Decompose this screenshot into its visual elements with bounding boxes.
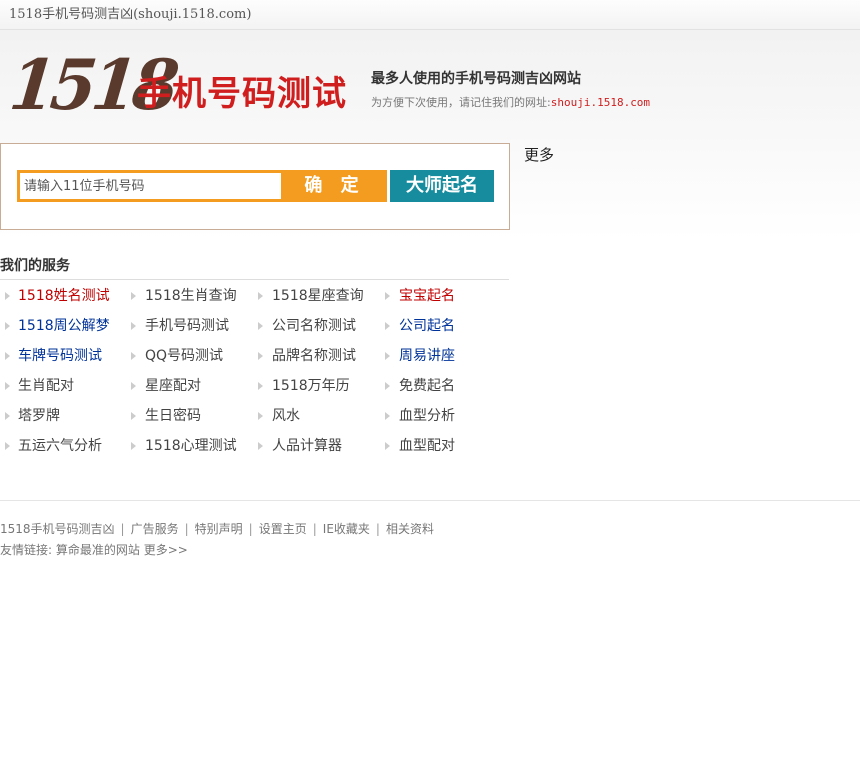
- service-link[interactable]: 风水: [254, 401, 300, 431]
- service-link[interactable]: 人品计算器: [254, 431, 342, 461]
- service-link[interactable]: 免费起名: [381, 371, 455, 401]
- service-link[interactable]: 1518周公解梦: [0, 311, 110, 341]
- window-title-bar: 1518手机号码测吉凶(shouji.1518.com): [0, 0, 860, 30]
- footer-separator: |: [248, 522, 253, 536]
- footer-links: 1518手机号码测吉凶 | 广告服务 | 特别声明 | 设置主页 | IE收藏夹 | 相关资料: [0, 519, 434, 540]
- confirm-button[interactable]: 确 定: [282, 170, 387, 202]
- friend-links-label: 友情链接:: [0, 543, 53, 557]
- footer-separator: |: [375, 522, 380, 536]
- service-link[interactable]: 品牌名称测试: [254, 341, 356, 371]
- service-link[interactable]: 塔罗牌: [0, 401, 60, 431]
- service-link[interactable]: 血型分析: [381, 401, 455, 431]
- service-link[interactable]: 生日密码: [127, 401, 201, 431]
- site-slogan: 最多人使用的手机号码测吉凶网站: [371, 71, 581, 87]
- service-link[interactable]: 车牌号码测试: [0, 341, 102, 371]
- footer-link[interactable]: 设置主页: [259, 522, 307, 536]
- footer: 1518手机号码测吉凶 | 广告服务 | 特别声明 | 设置主页 | IE收藏夹 | 相关资料 友情…: [0, 519, 434, 561]
- service-link[interactable]: 星座配对: [127, 371, 201, 401]
- service-link[interactable]: 1518心理测试: [127, 431, 237, 461]
- service-link[interactable]: 生肖配对: [0, 371, 74, 401]
- service-link[interactable]: 1518万年历: [254, 371, 350, 401]
- services-section: 我们的服务 1518姓名测试 1518生肖查询 1518星座查询 宝宝起名 1518周公…: [0, 258, 509, 460]
- footer-link[interactable]: 特别声明: [195, 522, 243, 536]
- friend-links: 友情链接: 算命最准的网站 更多>>: [0, 540, 434, 561]
- footer-link[interactable]: 相关资料: [386, 522, 434, 536]
- window-title: 1518手机号码测吉凶(shouji.1518.com): [9, 7, 252, 22]
- service-link[interactable]: 公司起名: [381, 311, 455, 341]
- services-grid: 1518姓名测试 1518生肖查询 1518星座查询 宝宝起名 1518周公解梦 手机号码…: [0, 280, 509, 460]
- footer-divider: [0, 500, 860, 501]
- footer-separator: |: [312, 522, 317, 536]
- logo-text: 手机号码测试: [137, 74, 347, 114]
- service-link[interactable]: 1518姓名测试: [0, 281, 110, 311]
- search-panel: 确 定 大师起名: [0, 143, 510, 230]
- footer-link[interactable]: IE收藏夹: [323, 522, 370, 536]
- services-title: 我们的服务: [0, 258, 509, 280]
- more-link[interactable]: 更多: [524, 144, 554, 165]
- url-reminder-text: 为方便下次使用，请记住我们的网址:: [371, 96, 551, 109]
- service-link[interactable]: 公司名称测试: [254, 311, 356, 341]
- footer-separator: |: [184, 522, 189, 536]
- site-logo[interactable]: 1518 手机号码测试: [6, 44, 360, 126]
- url-reminder: 为方便下次使用，请记住我们的网址:shouji.1518.com: [371, 94, 650, 110]
- service-link[interactable]: 周易讲座: [381, 341, 455, 371]
- service-link[interactable]: 血型配对: [381, 431, 455, 461]
- master-naming-button[interactable]: 大师起名: [390, 170, 494, 202]
- service-link[interactable]: 手机号码测试: [127, 311, 229, 341]
- service-link[interactable]: 宝宝起名: [381, 281, 455, 311]
- phone-number-input[interactable]: [17, 170, 284, 202]
- friend-link-item[interactable]: 算命最准的网站: [56, 543, 140, 557]
- service-link[interactable]: QQ号码测试: [127, 341, 223, 371]
- service-link[interactable]: 1518星座查询: [254, 281, 364, 311]
- site-url: shouji.1518.com: [550, 96, 651, 109]
- footer-separator: |: [120, 522, 125, 536]
- service-link[interactable]: 五运六气分析: [0, 431, 102, 461]
- service-link[interactable]: 1518生肖查询: [127, 281, 237, 311]
- friend-links-more[interactable]: 更多>>: [144, 543, 188, 557]
- footer-link[interactable]: 1518手机号码测吉凶: [0, 522, 115, 536]
- footer-link[interactable]: 广告服务: [131, 522, 179, 536]
